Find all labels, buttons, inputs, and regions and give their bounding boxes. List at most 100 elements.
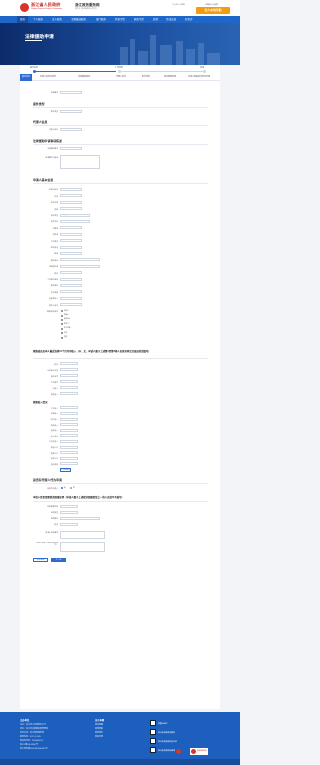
family-field-0-input[interactable] (60, 362, 78, 366)
income-field-2-input[interactable] (60, 417, 78, 421)
nav-zone[interactable]: 服务专区 (134, 16, 144, 23)
applicant-field-11-input[interactable] (60, 258, 100, 262)
tab-agent[interactable]: 代理人信息 (116, 74, 126, 81)
special-checkbox[interactable] (61, 327, 63, 330)
special-checkbox[interactable] (61, 332, 63, 335)
nav-other[interactable]: 其他 (153, 16, 158, 23)
tab-attachments[interactable]: 附件材料 (142, 74, 150, 81)
applicant-field-0-label: 申请人姓名 (49, 189, 58, 192)
income-field-6-input[interactable] (60, 440, 78, 443)
tab-basic[interactable]: 基本信息 (20, 74, 33, 81)
footer-link-contact[interactable]: 联系我们 (95, 731, 103, 734)
footer-line[interactable]: 浙公网安备33010302000019号 (20, 747, 48, 750)
assist-field-3-label: 其他 (54, 524, 58, 527)
link-accessibility[interactable]: 无障碍 (205, 4, 211, 6)
applicant-field-4-input[interactable]: 居民身份证 (60, 213, 90, 217)
applicant-field-14-input[interactable] (60, 277, 82, 281)
applicant-field-12-input[interactable] (60, 264, 100, 268)
applicant-field-6-label: 户籍地 (52, 227, 58, 230)
applicant-field-18-input[interactable] (60, 303, 82, 307)
special-checkbox[interactable] (61, 336, 63, 339)
footer-link-help[interactable]: 使用帮助 (95, 727, 103, 730)
nav-special[interactable]: 特色专区 (115, 16, 125, 23)
applicant-field-9-input[interactable] (60, 245, 82, 249)
applicant-field-10-input[interactable] (60, 252, 82, 255)
applicant-field-8-input[interactable] (60, 239, 82, 243)
applicant-field-0-input[interactable] (60, 188, 82, 191)
family-field-2-input[interactable] (60, 374, 78, 378)
special-checkbox[interactable] (61, 323, 63, 326)
agent-name-input[interactable] (60, 128, 82, 131)
tab-hardship[interactable]: 经济困难证明 (164, 74, 176, 81)
footer-line[interactable]: 浙ICP备05013567号 (20, 743, 38, 746)
income-field-9-input[interactable] (60, 456, 78, 460)
local-navigation-button[interactable]: 法人本地导航 (196, 7, 230, 14)
income-field-8-input[interactable] (60, 451, 78, 455)
radio-yes-label: 是 (64, 488, 66, 489)
gov-title[interactable]: 浙江省人民政府 (31, 2, 60, 8)
income-field-3-input[interactable] (60, 423, 78, 427)
nav-legal[interactable]: 法人服务 (52, 16, 62, 23)
confirm-textarea-1[interactable] (60, 531, 105, 539)
next-step-button[interactable]: 下一步 (51, 558, 66, 562)
nav-department[interactable]: 部门服务 (96, 16, 106, 23)
applicant-field-5-input[interactable]: 3 *** ***** *** ** (60, 220, 90, 223)
family-field-1-input[interactable] (60, 368, 78, 372)
family-field-5-input[interactable] (60, 392, 78, 396)
top-links-2[interactable]: 无障碍 | 长者版 (205, 3, 218, 6)
case-type-input[interactable] (60, 110, 82, 113)
footer-link-sitemap[interactable]: 网站地图 (95, 723, 103, 726)
add-member-button[interactable]: + 添加成员 (60, 468, 71, 472)
applicant-field-1-input[interactable]: 男 (60, 194, 82, 198)
special-checkbox[interactable] (61, 314, 63, 317)
footer-link-privacy[interactable]: 隐私声明 (95, 735, 103, 738)
error-report-badge[interactable]: 政府网站找错 (190, 748, 208, 755)
applicant-field-3-input[interactable]: 汉族 (60, 207, 82, 211)
family-field-4-label: 月收入 (52, 387, 58, 390)
tab-declaration[interactable]: 申请人家庭经济状况声明 (188, 74, 210, 81)
link-user-center[interactable]: 个人中心 (172, 4, 180, 6)
assist-field-0-input[interactable] (60, 505, 78, 508)
income-field-4-input[interactable] (60, 428, 78, 432)
radio-no-label: 否 (73, 488, 75, 489)
nav-rating[interactable]: 好差评 (185, 16, 193, 23)
nav-theme[interactable]: 主题集成服务 (71, 16, 86, 23)
top-links[interactable]: 个人中心 | 退出 (172, 3, 185, 6)
applicant-field-13-input[interactable] (60, 271, 82, 275)
reason-textarea[interactable] (60, 155, 100, 169)
applicant-field-6-input[interactable] (60, 226, 82, 230)
tab-applicant[interactable]: 申请人信息及身份 (40, 74, 56, 81)
nav-home[interactable]: 首页 (17, 16, 29, 23)
applicant-field-16-input[interactable] (60, 290, 82, 294)
income-field-5-input[interactable] (60, 434, 78, 438)
special-checkbox[interactable] (61, 310, 63, 313)
special-checkbox[interactable] (61, 318, 63, 321)
applicant-field-15-input[interactable] (60, 284, 82, 287)
qr-code-alipay-icon (150, 738, 156, 744)
applicant-field-2-input[interactable]: 1987-09-08 (60, 200, 82, 204)
income-field-7-input[interactable] (60, 445, 78, 449)
income-field-1-input[interactable] (60, 412, 78, 415)
tab-matter[interactable]: 法律援助事项 (78, 74, 90, 81)
assist-field-2-input[interactable] (60, 517, 100, 520)
link-logout[interactable]: 退出 (181, 4, 185, 6)
income-field-10-input[interactable] (60, 462, 78, 466)
family-field-3-input[interactable] (60, 380, 78, 384)
save-draft-button[interactable]: 保存草稿 (33, 558, 48, 562)
nav-interaction[interactable]: 互动交流 (166, 16, 176, 23)
applicant-field-7-input[interactable] (60, 232, 82, 236)
family-field-4-input[interactable] (60, 386, 78, 390)
family-field-1-label: 与申请人关系 (47, 369, 58, 372)
nav-personal[interactable]: 个人服务 (33, 16, 43, 23)
page-title: 法律援助申请 (25, 35, 54, 40)
income-field-0-input[interactable] (60, 406, 78, 410)
assist-field-1-input[interactable] (60, 511, 78, 514)
apply-matter-input[interactable] (60, 91, 82, 94)
confirm-textarea-2[interactable] (60, 542, 105, 552)
link-elder-mode[interactable]: 长者版 (212, 4, 218, 6)
applicant-field-17-input[interactable] (60, 296, 82, 300)
legal-matter-input[interactable] (60, 147, 82, 150)
assist-field-3-input[interactable] (60, 523, 78, 526)
assist-title: 申请人是否需要经济困难证明（申请人属于上述经济困难情形之一的人员请不予填写） (33, 496, 124, 499)
applicant-field-13-label: 职业 (54, 272, 58, 275)
